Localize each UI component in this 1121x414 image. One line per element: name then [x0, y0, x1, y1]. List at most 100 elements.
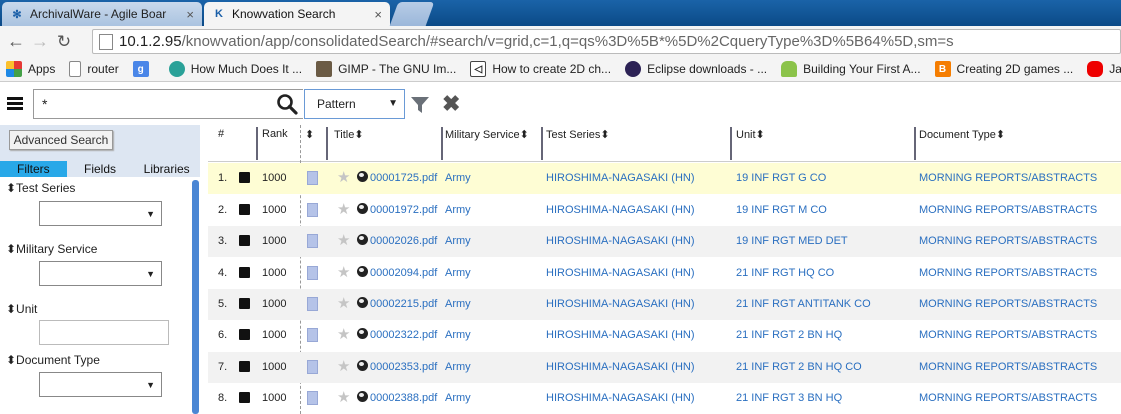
row-select-checkbox[interactable] — [239, 267, 250, 278]
table-row[interactable]: 2. 1000 ★ 00001972.pdf Army HIROSHIMA-NAGASAK… — [208, 195, 1121, 226]
close-icon[interactable]: × — [186, 7, 194, 22]
column-header-test-series[interactable]: Test Series⬍ — [546, 128, 610, 141]
tab-fields[interactable]: Fields — [67, 161, 134, 177]
document-icon[interactable] — [307, 360, 318, 374]
reload-icon[interactable]: ↻ — [52, 32, 76, 52]
search-input[interactable]: * — [33, 89, 303, 119]
table-row[interactable]: 6. 1000 ★ 00002322.pdf Army HIROSHIMA-NAGASAK… — [208, 320, 1121, 351]
table-row[interactable]: 8. 1000 ★ 00002388.pdf Army HIROSHIMA-NAGASAK… — [208, 383, 1121, 414]
filter-label-test-series[interactable]: ⬍Test Series — [6, 181, 75, 195]
tab-libraries[interactable]: Libraries — [133, 161, 200, 177]
column-divider[interactable] — [730, 127, 732, 160]
row-title-link[interactable]: 00001725.pdf — [370, 172, 437, 184]
row-test-series[interactable]: HIROSHIMA-NAGASAKI (HN) — [546, 204, 695, 216]
row-test-series[interactable]: HIROSHIMA-NAGASAKI (HN) — [546, 267, 695, 279]
bookmark-blogger[interactable]: B Creating 2D games ... — [934, 61, 1073, 77]
star-icon[interactable]: ★ — [337, 325, 350, 343]
row-military-service[interactable]: Army — [445, 235, 471, 247]
sort-icon[interactable]: ⬍ — [305, 128, 314, 141]
filter-label-military-service[interactable]: ⬍Military Service — [6, 242, 97, 256]
close-icon[interactable]: × — [374, 7, 382, 22]
row-document-type[interactable]: MORNING REPORTS/ABSTRACTS — [919, 172, 1097, 184]
bookmark-2d-charts[interactable]: ◁ How to create 2D ch... — [470, 61, 611, 77]
scrollbar-thumb[interactable] — [192, 180, 199, 414]
bookmark-eclipse[interactable]: Eclipse downloads - ... — [625, 61, 767, 77]
test-series-select[interactable]: ▼ — [39, 201, 162, 226]
row-document-type[interactable]: MORNING REPORTS/ABSTRACTS — [919, 204, 1097, 216]
row-military-service[interactable]: Army — [445, 329, 471, 341]
row-unit[interactable]: 21 INF RGT HQ CO — [736, 267, 834, 279]
bookmark-android[interactable]: Building Your First A... — [781, 61, 921, 77]
column-divider[interactable] — [541, 127, 543, 160]
column-header-title[interactable]: Title⬍ — [334, 128, 364, 141]
row-unit[interactable]: 19 INF RGT MED DET — [736, 235, 848, 247]
document-icon[interactable] — [307, 234, 318, 248]
table-row[interactable]: 7. 1000 ★ 00002353.pdf Army HIROSHIMA-NAGASAK… — [208, 352, 1121, 383]
bookmark-google[interactable]: g — [132, 61, 155, 77]
address-bar[interactable]: 10.1.2.95/knowvation/app/consolidatedSea… — [92, 29, 1121, 54]
row-document-type[interactable]: MORNING REPORTS/ABSTRACTS — [919, 392, 1097, 404]
row-select-checkbox[interactable] — [239, 392, 250, 403]
document-icon[interactable] — [307, 328, 318, 342]
row-military-service[interactable]: Army — [445, 392, 471, 404]
row-title-link[interactable]: 00002094.pdf — [370, 267, 437, 279]
row-title-link[interactable]: 00002322.pdf — [370, 329, 437, 341]
row-document-type[interactable]: MORNING REPORTS/ABSTRACTS — [919, 361, 1097, 373]
document-icon[interactable] — [307, 297, 318, 311]
filter-label-document-type[interactable]: ⬍Document Type — [6, 353, 100, 367]
bookmark-router[interactable]: router — [69, 61, 119, 77]
row-select-checkbox[interactable] — [239, 329, 250, 340]
row-title-link[interactable]: 00002388.pdf — [370, 392, 437, 404]
unit-input[interactable] — [39, 320, 169, 345]
table-row[interactable]: 4. 1000 ★ 00002094.pdf Army HIROSHIMA-NAGASAK… — [208, 258, 1121, 289]
row-test-series[interactable]: HIROSHIMA-NAGASAKI (HN) — [546, 172, 695, 184]
column-header-military-service[interactable]: Military Service⬍ — [445, 128, 529, 141]
new-tab-button[interactable] — [389, 2, 435, 26]
row-unit[interactable]: 19 INF RGT G CO — [736, 172, 826, 184]
row-military-service[interactable]: Army — [445, 204, 471, 216]
row-unit[interactable]: 21 INF RGT ANTITANK CO — [736, 298, 871, 310]
column-divider[interactable] — [326, 127, 328, 160]
row-select-checkbox[interactable] — [239, 172, 250, 183]
column-divider[interactable] — [914, 127, 916, 160]
row-military-service[interactable]: Army — [445, 172, 471, 184]
bookmark-how-much[interactable]: How Much Does It ... — [168, 61, 302, 77]
row-document-type[interactable]: MORNING REPORTS/ABSTRACTS — [919, 267, 1097, 279]
row-test-series[interactable]: HIROSHIMA-NAGASAKI (HN) — [546, 235, 695, 247]
row-military-service[interactable]: Army — [445, 298, 471, 310]
column-divider[interactable] — [441, 127, 443, 160]
star-icon[interactable]: ★ — [337, 168, 350, 186]
document-icon[interactable] — [307, 266, 318, 280]
row-title-link[interactable]: 00002026.pdf — [370, 235, 437, 247]
row-document-type[interactable]: MORNING REPORTS/ABSTRACTS — [919, 329, 1097, 341]
forward-icon[interactable]: → — [28, 31, 52, 52]
row-select-checkbox[interactable] — [239, 235, 250, 246]
column-header-unit[interactable]: Unit⬍ — [736, 128, 765, 141]
star-icon[interactable]: ★ — [337, 388, 350, 406]
row-unit[interactable]: 19 INF RGT M CO — [736, 204, 827, 216]
row-document-type[interactable]: MORNING REPORTS/ABSTRACTS — [919, 235, 1097, 247]
row-document-type[interactable]: MORNING REPORTS/ABSTRACTS — [919, 298, 1097, 310]
star-icon[interactable]: ★ — [337, 200, 350, 218]
row-test-series[interactable]: HIROSHIMA-NAGASAKI (HN) — [546, 329, 695, 341]
filter-button[interactable] — [410, 96, 430, 117]
column-header-document-type[interactable]: Document Type⬍ — [919, 128, 1005, 141]
row-select-checkbox[interactable] — [239, 204, 250, 215]
document-icon[interactable] — [307, 171, 318, 185]
table-row[interactable]: 5. 1000 ★ 00002215.pdf Army HIROSHIMA-NAGASAK… — [208, 289, 1121, 320]
star-icon[interactable]: ★ — [337, 231, 350, 249]
bookmark-gimp[interactable]: GIMP - The GNU Im... — [316, 61, 456, 77]
row-test-series[interactable]: HIROSHIMA-NAGASAKI (HN) — [546, 298, 695, 310]
back-icon[interactable]: ← — [4, 31, 28, 52]
table-row[interactable]: 1. 1000 ★ 00001725.pdf Army HIROSHIMA-NAGASAK… — [208, 163, 1121, 194]
column-header-rank[interactable]: Rank — [262, 128, 288, 140]
column-divider[interactable] — [256, 127, 258, 160]
military-service-select[interactable]: ▼ — [39, 261, 162, 286]
menu-icon[interactable] — [7, 97, 23, 111]
row-title-link[interactable]: 00002353.pdf — [370, 361, 437, 373]
document-icon[interactable] — [307, 203, 318, 217]
row-title-link[interactable]: 00002215.pdf — [370, 298, 437, 310]
row-test-series[interactable]: HIROSHIMA-NAGASAKI (HN) — [546, 361, 695, 373]
row-unit[interactable]: 21 INF RGT 2 BN HQ — [736, 329, 842, 341]
search-button[interactable] — [272, 90, 302, 118]
